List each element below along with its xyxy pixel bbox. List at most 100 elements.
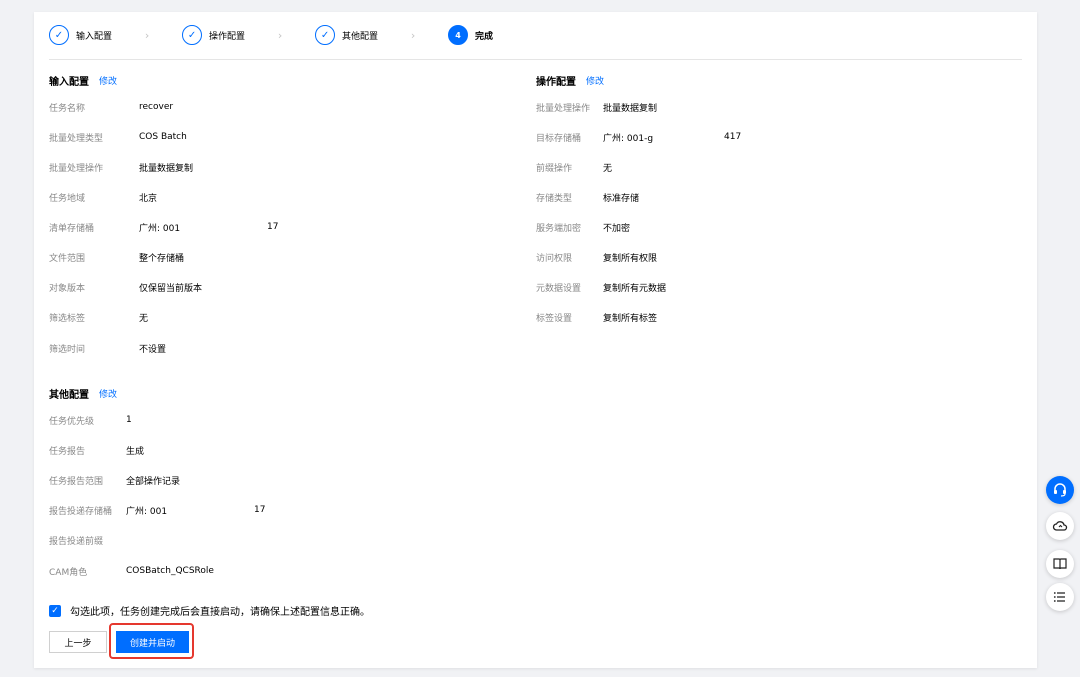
headset-icon[interactable] — [1046, 476, 1074, 504]
field-label: 前缀操作 — [536, 163, 573, 174]
field-label: 存储类型 — [536, 193, 573, 204]
auto-start-option: ✓ 勾选此项，任务创建完成后会直接启动，请确保上述配置信息正确。 — [49, 603, 370, 618]
field-value-suffix: 17 — [254, 505, 266, 515]
field-label: 筛选标签 — [49, 313, 86, 324]
step-complete: 4 完成 — [448, 25, 493, 45]
field-row: 筛选标签 无 — [49, 310, 148, 324]
field-row: 筛选时间 不设置 — [49, 341, 166, 355]
field-value: 不设置 — [139, 344, 167, 355]
field-label: 对象版本 — [49, 283, 86, 294]
chevron-right-icon: › — [277, 28, 283, 42]
cloud-icon[interactable] — [1046, 512, 1074, 540]
field-value: 广州: 001-g — [603, 133, 654, 144]
edit-input-config-link[interactable]: 修改 — [99, 74, 117, 87]
auto-start-label: 勾选此项，任务创建完成后会直接启动，请确保上述配置信息正确。 — [70, 607, 370, 618]
field-row: 标签设置 复制所有标签 — [536, 310, 657, 324]
field-row: 报告投递前缀 — [49, 533, 103, 547]
field-value: 广州: 001 — [126, 506, 168, 517]
input-config-header: 输入配置 修改 — [49, 73, 117, 88]
field-row: CAM角色 COSBatch_QCSRole — [49, 564, 214, 578]
field-label: 任务报告范围 — [49, 476, 104, 487]
field-label: 访问权限 — [536, 253, 573, 264]
field-label: 元数据设置 — [536, 283, 582, 294]
field-value: COS Batch — [139, 132, 187, 142]
field-row: 文件范围 整个存储桶 — [49, 250, 184, 264]
field-value: recover — [139, 102, 174, 112]
field-value: 整个存储桶 — [139, 253, 185, 264]
field-label: 筛选时间 — [49, 344, 86, 355]
field-label: 报告投递存储桶 — [49, 506, 113, 517]
step-label: 其他配置 — [342, 31, 379, 42]
field-row: 访问权限 复制所有权限 — [536, 250, 657, 264]
field-value: 标准存储 — [603, 193, 640, 204]
field-value: 无 — [139, 313, 149, 324]
step-operation-config[interactable]: ✓ 操作配置 — [182, 25, 245, 45]
field-row: 批量处理操作 批量数据复制 — [536, 100, 657, 114]
field-value: 无 — [603, 163, 613, 174]
section-title: 其他配置 — [49, 390, 89, 401]
field-label: 文件范围 — [49, 253, 86, 264]
field-value: 批量数据复制 — [603, 103, 658, 114]
step-label: 完成 — [475, 31, 494, 42]
list-icon[interactable] — [1046, 583, 1074, 611]
field-row: 任务报告范围 全部操作记录 — [49, 473, 180, 487]
field-label: 任务名称 — [49, 103, 86, 114]
edit-operation-config-link[interactable]: 修改 — [586, 74, 604, 87]
check-icon: ✓ — [315, 25, 336, 45]
auto-start-checkbox[interactable]: ✓ — [49, 604, 61, 617]
field-value: 复制所有权限 — [603, 253, 658, 264]
field-row: 清单存储桶 广州: 001 17 — [49, 220, 278, 234]
field-row: 前缀操作 无 — [536, 160, 612, 174]
field-label: 目标存储桶 — [536, 133, 582, 144]
field-label: CAM角色 — [49, 567, 88, 578]
field-value: 仅保留当前版本 — [139, 283, 203, 294]
operation-config-header: 操作配置 修改 — [536, 73, 604, 88]
step-label: 输入配置 — [76, 31, 113, 42]
field-row: 任务报告 生成 — [49, 443, 144, 457]
field-label: 任务地域 — [49, 193, 86, 204]
field-label: 清单存储桶 — [49, 223, 95, 234]
field-value: 北京 — [139, 193, 158, 204]
divider — [49, 59, 1022, 60]
field-label: 报告投递前缀 — [49, 536, 104, 547]
field-value-suffix: 17 — [267, 222, 279, 232]
section-title: 操作配置 — [536, 77, 576, 88]
chevron-right-icon: › — [144, 28, 150, 42]
chevron-right-icon: › — [410, 28, 416, 42]
field-row: 任务名称 recover — [49, 100, 173, 114]
main-panel: ✓ 输入配置 › ✓ 操作配置 › ✓ 其他配置 › 4 完成 输入配置 修改 … — [34, 12, 1037, 668]
prev-button[interactable]: 上一步 — [49, 631, 107, 653]
step-bar: ✓ 输入配置 › ✓ 操作配置 › ✓ 其他配置 › 4 完成 — [49, 24, 493, 46]
field-row: 对象版本 仅保留当前版本 — [49, 280, 202, 294]
step-input-config[interactable]: ✓ 输入配置 — [49, 25, 112, 45]
create-and-start-button[interactable]: 创建并启动 — [116, 631, 189, 653]
check-icon: ✓ — [49, 25, 69, 45]
field-label: 标签设置 — [536, 313, 573, 324]
field-value: 全部操作记录 — [126, 476, 181, 487]
field-row: 任务优先级 1 — [49, 413, 132, 427]
field-row: 存储类型 标准存储 — [536, 190, 639, 204]
field-value: 批量数据复制 — [139, 163, 194, 174]
field-value: 复制所有元数据 — [603, 283, 667, 294]
field-row: 报告投递存储桶 广州: 001 17 — [49, 503, 265, 517]
check-icon: ✓ — [182, 25, 203, 45]
field-label: 服务端加密 — [536, 223, 582, 234]
field-row: 元数据设置 复制所有元数据 — [536, 280, 666, 294]
book-icon[interactable] — [1046, 550, 1074, 578]
field-value: 不加密 — [603, 223, 631, 234]
field-value: 广州: 001 — [139, 223, 181, 234]
field-value: 复制所有标签 — [603, 313, 658, 324]
field-value: COSBatch_QCSRole — [126, 566, 214, 576]
field-label: 任务优先级 — [49, 416, 95, 427]
step-other-config[interactable]: ✓ 其他配置 — [315, 25, 378, 45]
field-row: 目标存储桶 广州: 001-g 417 — [536, 130, 741, 144]
step-number: 4 — [448, 25, 469, 45]
other-config-header: 其他配置 修改 — [49, 386, 117, 401]
field-label: 任务报告 — [49, 446, 86, 457]
field-value: 生成 — [126, 446, 145, 457]
edit-other-config-link[interactable]: 修改 — [99, 387, 117, 400]
step-label: 操作配置 — [209, 31, 246, 42]
field-label: 批量处理操作 — [536, 103, 591, 114]
field-row: 批量处理类型 COS Batch — [49, 130, 187, 144]
field-row: 任务地域 北京 — [49, 190, 157, 204]
